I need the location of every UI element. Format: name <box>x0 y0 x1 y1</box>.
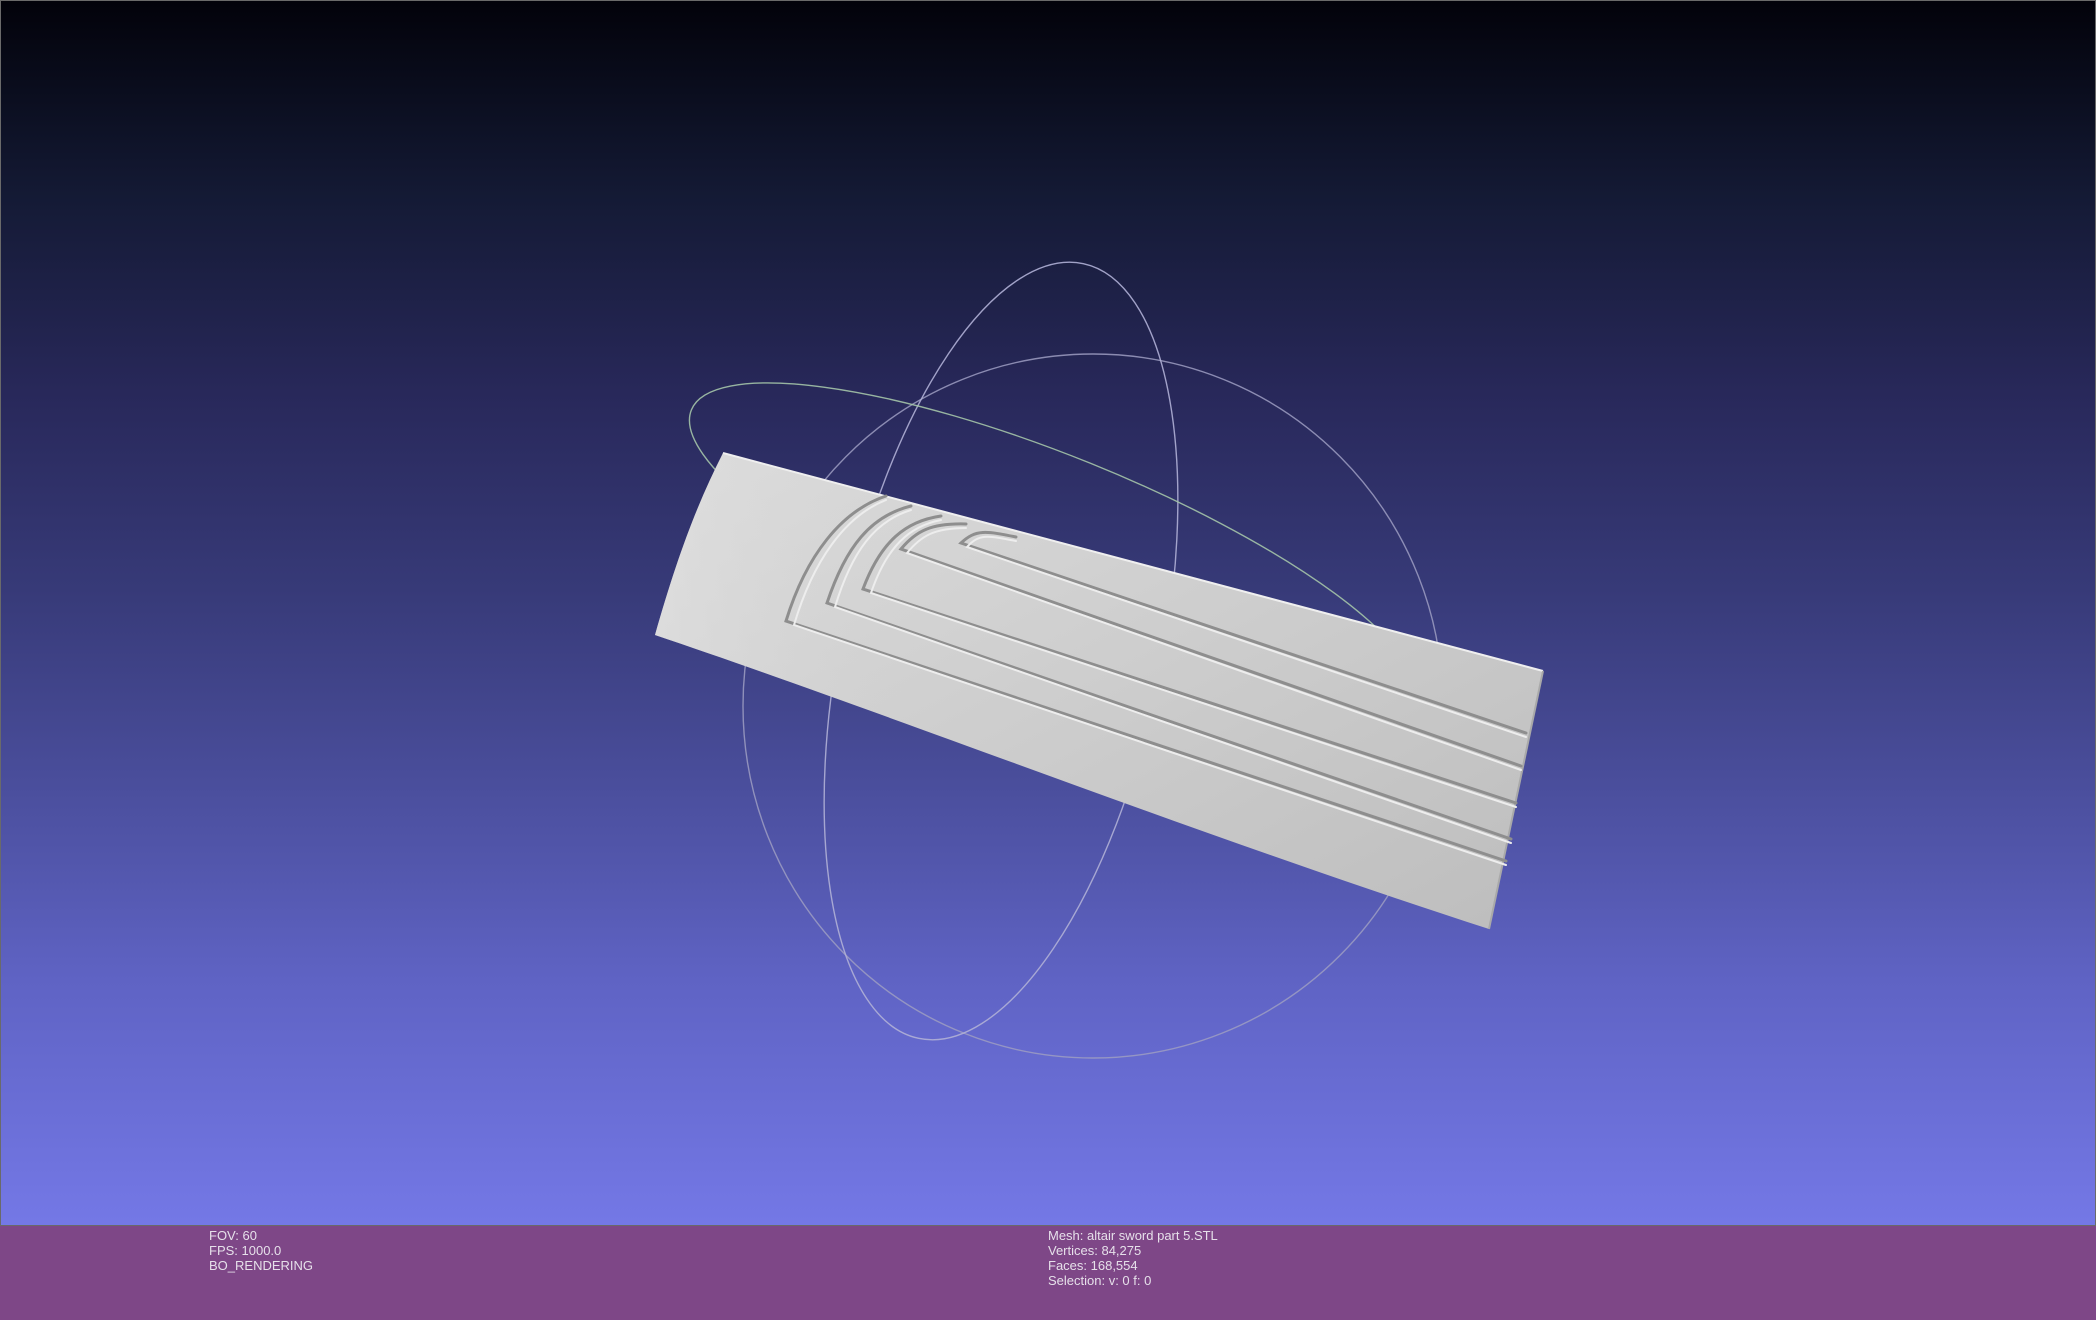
scene-canvas[interactable] <box>1 1 2096 1226</box>
3d-viewport[interactable] <box>0 0 2096 1226</box>
vertices-readout: Vertices: 84,275 <box>1048 1243 1142 1258</box>
faces-readout: Faces: 168,554 <box>1048 1258 1138 1273</box>
fps-readout: FPS: 1000.0 <box>209 1243 282 1258</box>
mesh-name-readout: Mesh: altair sword part 5.STL <box>1048 1228 1218 1243</box>
render-info-panel: FOV: 60 FPS: 1000.0 BO_RENDERING <box>209 1228 313 1273</box>
render-mode-readout: BO_RENDERING <box>209 1258 314 1273</box>
mesh-info-panel: Mesh: altair sword part 5.STL Vertices: … <box>1048 1228 1218 1288</box>
info-bar: FOV: 60 FPS: 1000.0 BO_RENDERING Mesh: a… <box>0 1226 2096 1320</box>
fov-readout: FOV: 60 <box>209 1228 257 1243</box>
selection-readout: Selection: v: 0 f: 0 <box>1048 1273 1152 1288</box>
mesh-blade <box>655 452 1544 930</box>
